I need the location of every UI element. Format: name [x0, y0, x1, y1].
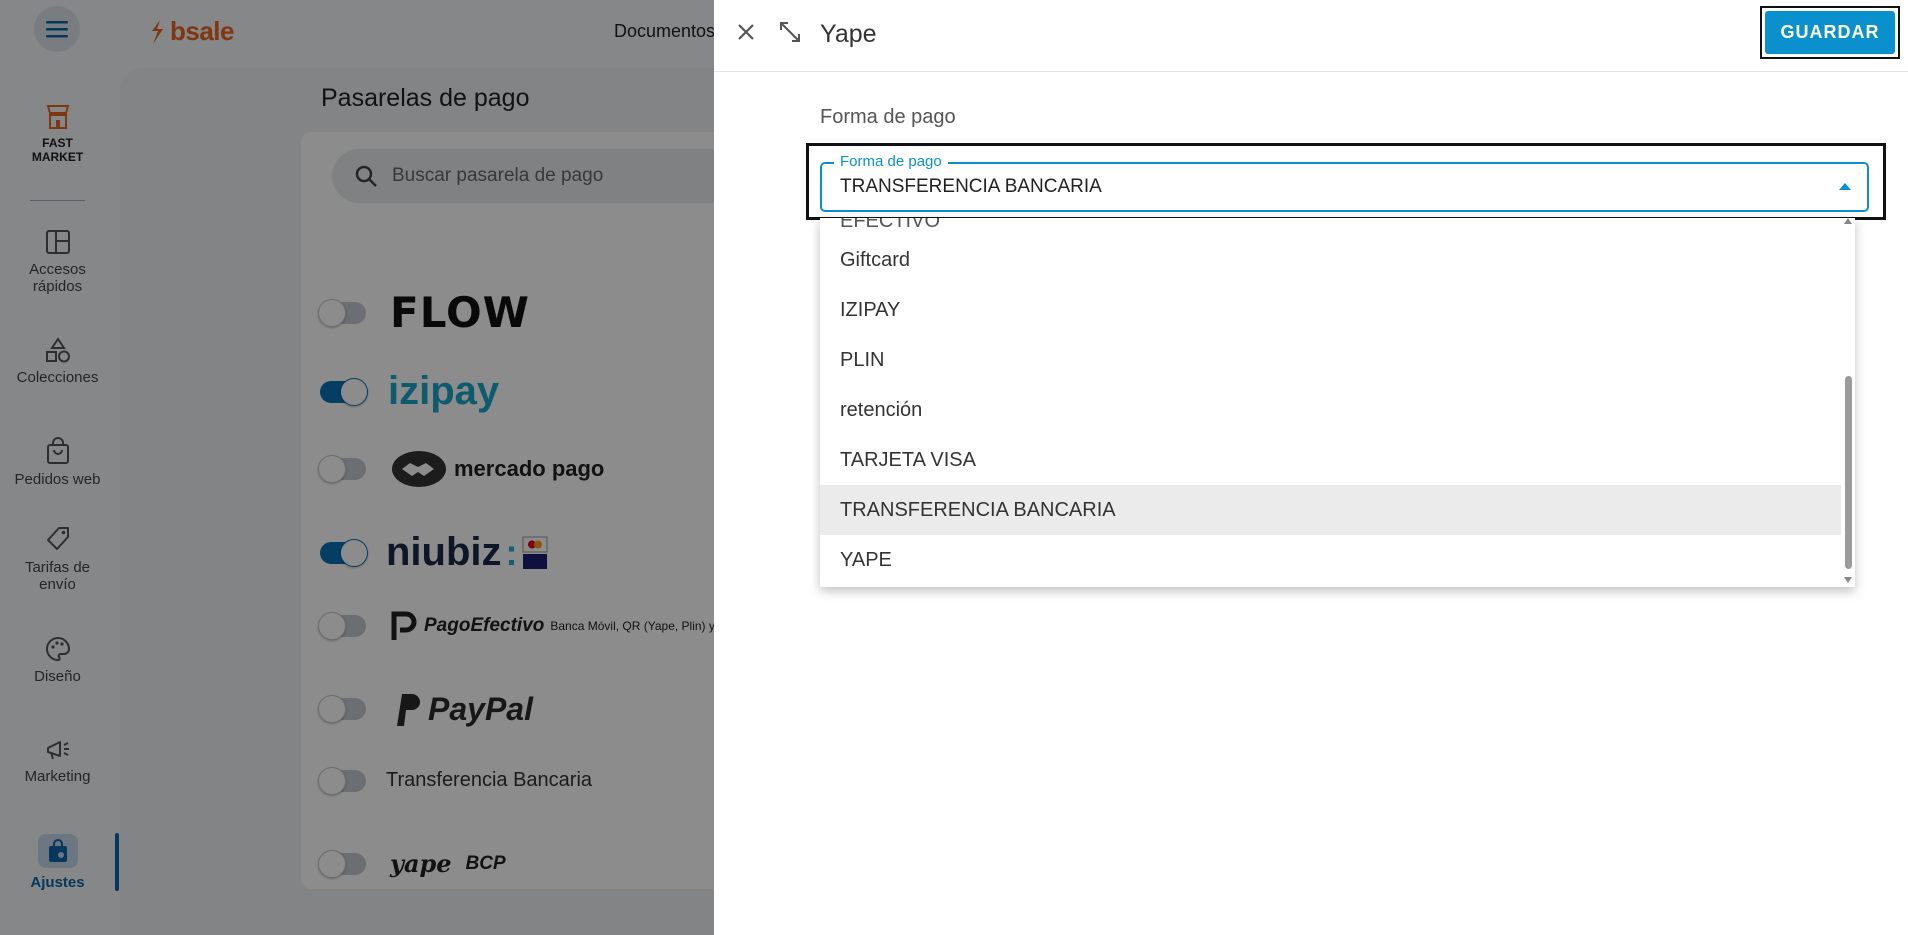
- select-value: TRANSFERENCIA BANCARIA: [840, 176, 1102, 197]
- chevron-up-icon[interactable]: [1839, 183, 1851, 190]
- dropdown-option[interactable]: PLIN: [820, 335, 1841, 385]
- close-panel-button[interactable]: [730, 16, 762, 48]
- select-legend: Forma de pago: [834, 153, 948, 171]
- section-label: Forma de pago: [820, 106, 956, 128]
- dropdown-option[interactable]: retención: [820, 385, 1841, 435]
- panel-header: Yape GUARDAR: [714, 0, 1908, 72]
- scroll-down-arrow-icon[interactable]: [1844, 577, 1852, 583]
- payment-method-dropdown: EFECTIVO Giftcard IZIPAY PLIN retención …: [820, 218, 1855, 587]
- save-button[interactable]: GUARDAR: [1765, 11, 1895, 54]
- modal-backdrop[interactable]: [0, 0, 714, 935]
- expand-diagonal-icon: [780, 22, 800, 42]
- scroll-up-arrow-icon[interactable]: [1844, 218, 1852, 224]
- dropdown-scrollbar[interactable]: [1841, 218, 1855, 587]
- panel-title: Yape: [820, 20, 877, 48]
- dropdown-option[interactable]: YAPE: [820, 535, 1841, 585]
- dropdown-option[interactable]: TARJETA VISA: [820, 435, 1841, 485]
- yape-settings-panel: Yape GUARDAR Forma de pago Forma de pago…: [714, 0, 1908, 935]
- dropdown-option[interactable]: Giftcard: [820, 235, 1841, 285]
- dropdown-option[interactable]: IZIPAY: [820, 285, 1841, 335]
- close-icon: [738, 24, 754, 40]
- payment-method-select[interactable]: Forma de pago TRANSFERENCIA BANCARIA: [820, 153, 1869, 212]
- expand-panel-button[interactable]: [774, 16, 806, 48]
- scrollbar-thumb[interactable]: [1845, 376, 1852, 569]
- dropdown-option-selected[interactable]: TRANSFERENCIA BANCARIA: [820, 485, 1841, 535]
